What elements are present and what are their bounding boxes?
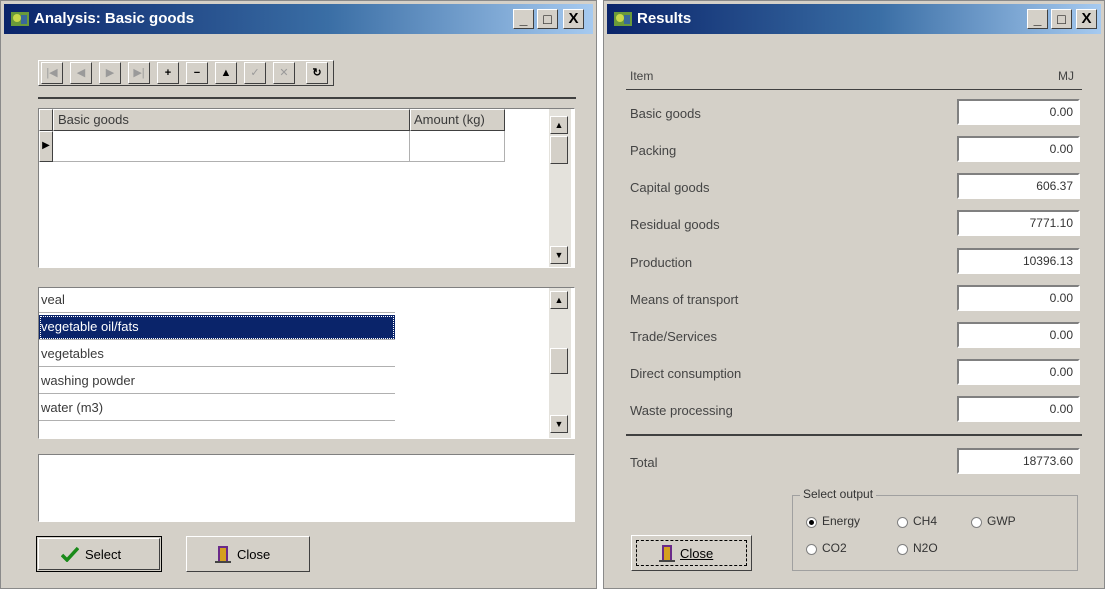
results-title: Results xyxy=(637,10,692,27)
analysis-titlebar[interactable]: Analysis: Basic goods _ □ X xyxy=(4,4,593,34)
scroll-up-icon[interactable]: ▲ xyxy=(550,291,568,309)
column-header-amount[interactable]: Amount (kg) xyxy=(410,109,505,131)
grid-cell-amount[interactable] xyxy=(410,131,505,162)
close-window-button[interactable]: X xyxy=(563,9,584,29)
row-label-waste-processing: Waste processing xyxy=(630,403,733,418)
insert-record-icon[interactable]: + xyxy=(157,62,179,84)
list-scrollbar[interactable]: ▲ ▼ xyxy=(549,288,571,438)
current-row-indicator: ▶ xyxy=(39,131,53,162)
total-label: Total xyxy=(630,455,658,470)
scroll-down-icon[interactable]: ▼ xyxy=(550,415,568,433)
value-capital-goods: 606.37 xyxy=(957,173,1080,199)
value-production: 10396.13 xyxy=(957,248,1080,274)
radio-gwp[interactable] xyxy=(971,517,982,528)
select-output-group xyxy=(792,495,1078,571)
radio-co2[interactable] xyxy=(806,544,817,555)
list-item-selected[interactable]: vegetable oil/fats xyxy=(39,315,395,340)
grid-scrollbar[interactable]: ▲ ▼ xyxy=(549,109,571,267)
value-basic-goods: 0.00 xyxy=(957,99,1080,125)
value-direct-consumption: 0.00 xyxy=(957,359,1080,385)
radio-n2o[interactable] xyxy=(897,544,908,555)
value-residual-goods: 7771.10 xyxy=(957,210,1080,236)
analysis-window: Analysis: Basic goods _ □ X |◀ ◀ ▶ ▶| + … xyxy=(0,0,597,589)
radio-ch4[interactable] xyxy=(897,517,908,528)
delete-record-icon[interactable]: − xyxy=(186,62,208,84)
row-label-production: Production xyxy=(630,255,693,270)
row-label-trade-services: Trade/Services xyxy=(630,329,717,344)
radio-n2o-label[interactable]: N2O xyxy=(913,541,938,555)
first-record-icon[interactable]: |◀ xyxy=(41,62,63,84)
row-label-direct-consumption: Direct consumption xyxy=(630,366,742,381)
value-waste-processing: 0.00 xyxy=(957,396,1080,422)
row-label-capital-goods: Capital goods xyxy=(630,180,710,195)
app-icon xyxy=(11,12,29,26)
total-divider xyxy=(626,434,1082,436)
select-label: Select xyxy=(85,547,122,562)
radio-ch4-label[interactable]: CH4 xyxy=(913,514,937,528)
results-titlebar[interactable]: Results _ □ X xyxy=(607,4,1101,34)
radio-energy-label[interactable]: Energy xyxy=(822,514,860,528)
edit-record-icon[interactable]: ▲ xyxy=(215,62,237,84)
door-exit-icon xyxy=(215,546,231,563)
scroll-thumb[interactable] xyxy=(550,136,568,164)
row-label-means-of-transport: Means of transport xyxy=(630,292,739,307)
header-item: Item xyxy=(630,69,654,83)
analysis-title: Analysis: Basic goods xyxy=(34,10,195,27)
value-trade-services: 0.00 xyxy=(957,322,1080,348)
minimize-button[interactable]: _ xyxy=(513,9,534,29)
column-header-basic-goods[interactable]: Basic goods xyxy=(53,109,410,131)
close-label: Close xyxy=(237,547,271,562)
list-item[interactable]: water (m3) xyxy=(39,396,395,421)
header-divider xyxy=(626,89,1082,90)
prior-record-icon[interactable]: ◀ xyxy=(70,62,92,84)
results-close-button[interactable]: Close xyxy=(631,535,752,571)
value-packing: 0.00 xyxy=(957,136,1080,162)
next-record-icon[interactable]: ▶ xyxy=(99,62,121,84)
list-item[interactable]: vegetables xyxy=(39,342,395,367)
minimize-button[interactable]: _ xyxy=(1027,9,1048,29)
door-exit-icon xyxy=(659,545,675,562)
radio-gwp-label[interactable]: GWP xyxy=(987,514,1016,528)
header-unit: MJ xyxy=(1058,69,1074,83)
cancel-record-icon[interactable]: ✕ xyxy=(273,62,295,84)
value-total: 18773.60 xyxy=(957,448,1080,474)
scroll-down-icon[interactable]: ▼ xyxy=(550,246,568,264)
notes-field[interactable] xyxy=(38,454,575,522)
refresh-icon[interactable]: ↻ xyxy=(306,62,328,84)
row-label-packing: Packing xyxy=(630,143,677,158)
close-window-button[interactable]: X xyxy=(1076,9,1097,29)
maximize-button[interactable]: □ xyxy=(537,9,558,29)
grid-cell-basic-goods[interactable] xyxy=(53,131,410,162)
radio-co2-label[interactable]: CO2 xyxy=(822,541,847,555)
list-item[interactable]: veal xyxy=(39,288,395,313)
radio-energy[interactable] xyxy=(806,517,817,528)
toolbar-divider xyxy=(38,97,576,99)
check-icon xyxy=(61,546,79,562)
select-output-legend: Select output xyxy=(800,487,877,501)
last-record-icon[interactable]: ▶| xyxy=(128,62,150,84)
maximize-button[interactable]: □ xyxy=(1051,9,1072,29)
close-button[interactable]: Close xyxy=(186,536,310,572)
row-label-residual-goods: Residual goods xyxy=(630,217,720,232)
app-icon xyxy=(614,12,632,26)
select-button[interactable]: Select xyxy=(36,536,162,572)
scroll-thumb[interactable] xyxy=(550,348,568,374)
grid-corner xyxy=(39,109,53,131)
post-record-icon[interactable]: ✓ xyxy=(244,62,266,84)
list-item[interactable]: washing powder xyxy=(39,369,395,394)
scroll-up-icon[interactable]: ▲ xyxy=(550,116,568,134)
row-label-basic-goods: Basic goods xyxy=(630,106,701,121)
results-close-label: Close xyxy=(680,546,714,561)
value-means-of-transport: 0.00 xyxy=(957,285,1080,311)
